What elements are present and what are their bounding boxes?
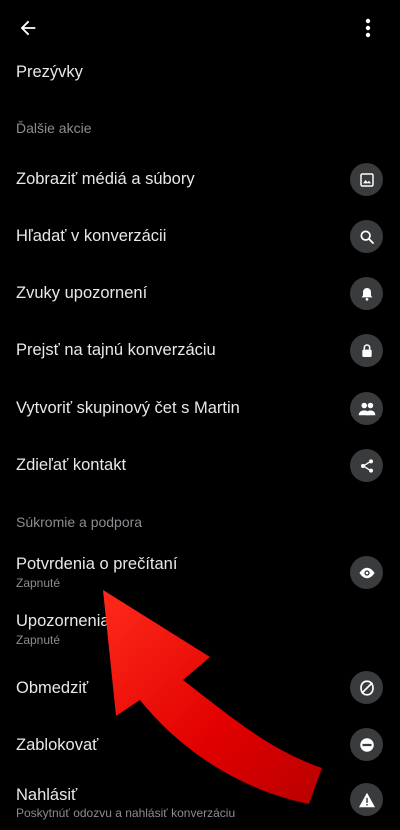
image-icon <box>359 172 374 187</box>
block-icon <box>359 737 374 752</box>
bell-icon-button <box>350 277 383 310</box>
more-options-button[interactable] <box>356 10 380 46</box>
notification-sounds-item[interactable]: Zvuky upozornení <box>0 269 400 317</box>
eye-icon-button <box>350 556 383 589</box>
nicknames-label: Prezývky <box>16 63 83 81</box>
notifications-status: Zapnuté <box>16 633 61 647</box>
share-contact-label: Zdieľať kontakt <box>16 456 127 474</box>
restrict-item[interactable]: Obmedziť <box>0 664 400 712</box>
search-icon-button <box>350 220 383 253</box>
read-receipts-item[interactable]: Potvrdenia o prečítaní Zapnuté <box>0 548 400 596</box>
view-media-label: Zobraziť médiá a súbory <box>16 170 195 188</box>
back-button[interactable] <box>10 10 46 46</box>
share-icon <box>360 458 373 473</box>
create-group-chat-item[interactable]: Vytvoriť skupinový čet s Martin <box>0 384 400 432</box>
restrict-icon-button <box>350 671 383 704</box>
notification-sounds-label: Zvuky upozornení <box>16 284 148 302</box>
share-contact-item[interactable]: Zdieľať kontakt <box>0 441 400 489</box>
secret-conversation-item[interactable]: Prejsť na tajnú konverzáciu <box>0 326 400 374</box>
search-conversation-item[interactable]: Hľadať v konverzácii <box>0 212 400 260</box>
secret-conversation-label: Prejsť na tajnú konverzáciu <box>16 341 216 359</box>
search-icon <box>359 229 374 244</box>
block-item[interactable]: Zablokovať <box>0 721 400 769</box>
section-header-privacy-support: Súkromie a podpora <box>16 514 143 530</box>
report-description: Poskytnúť odozvu a nahlásiť konverzáciu <box>16 806 236 820</box>
notifications-label: Upozornenia <box>16 612 110 630</box>
restrict-icon <box>359 679 374 696</box>
warning-icon-button <box>350 783 383 816</box>
create-group-chat-label: Vytvoriť skupinový čet s Martin <box>16 399 240 417</box>
lock-icon-button <box>350 334 383 367</box>
group-icon-button <box>350 392 383 425</box>
read-receipts-status: Zapnuté <box>16 576 61 590</box>
section-header-more-actions: Ďalšie akcie <box>16 120 92 136</box>
report-item[interactable]: Nahlásiť Poskytnúť odozvu a nahlásiť kon… <box>0 777 400 825</box>
block-icon-button <box>350 728 383 761</box>
eye-icon <box>359 567 374 578</box>
top-bar <box>0 0 400 56</box>
more-vertical-icon <box>365 18 371 38</box>
arrow-left-icon <box>20 20 36 36</box>
share-icon-button <box>350 449 383 482</box>
report-label: Nahlásiť <box>16 786 78 804</box>
read-receipts-label: Potvrdenia o prečítaní <box>16 555 178 573</box>
bell-icon <box>361 287 372 301</box>
group-icon <box>358 402 375 415</box>
block-label: Zablokovať <box>16 736 99 754</box>
image-icon-button <box>350 163 383 196</box>
lock-icon <box>361 343 372 357</box>
search-conversation-label: Hľadať v konverzácii <box>16 227 167 245</box>
notifications-item[interactable]: Upozornenia Zapnuté <box>0 605 400 653</box>
view-media-item[interactable]: Zobraziť médiá a súbory <box>0 155 400 203</box>
restrict-label: Obmedziť <box>16 679 89 697</box>
nicknames-item[interactable]: Prezývky <box>0 52 400 92</box>
warning-icon <box>358 792 375 807</box>
